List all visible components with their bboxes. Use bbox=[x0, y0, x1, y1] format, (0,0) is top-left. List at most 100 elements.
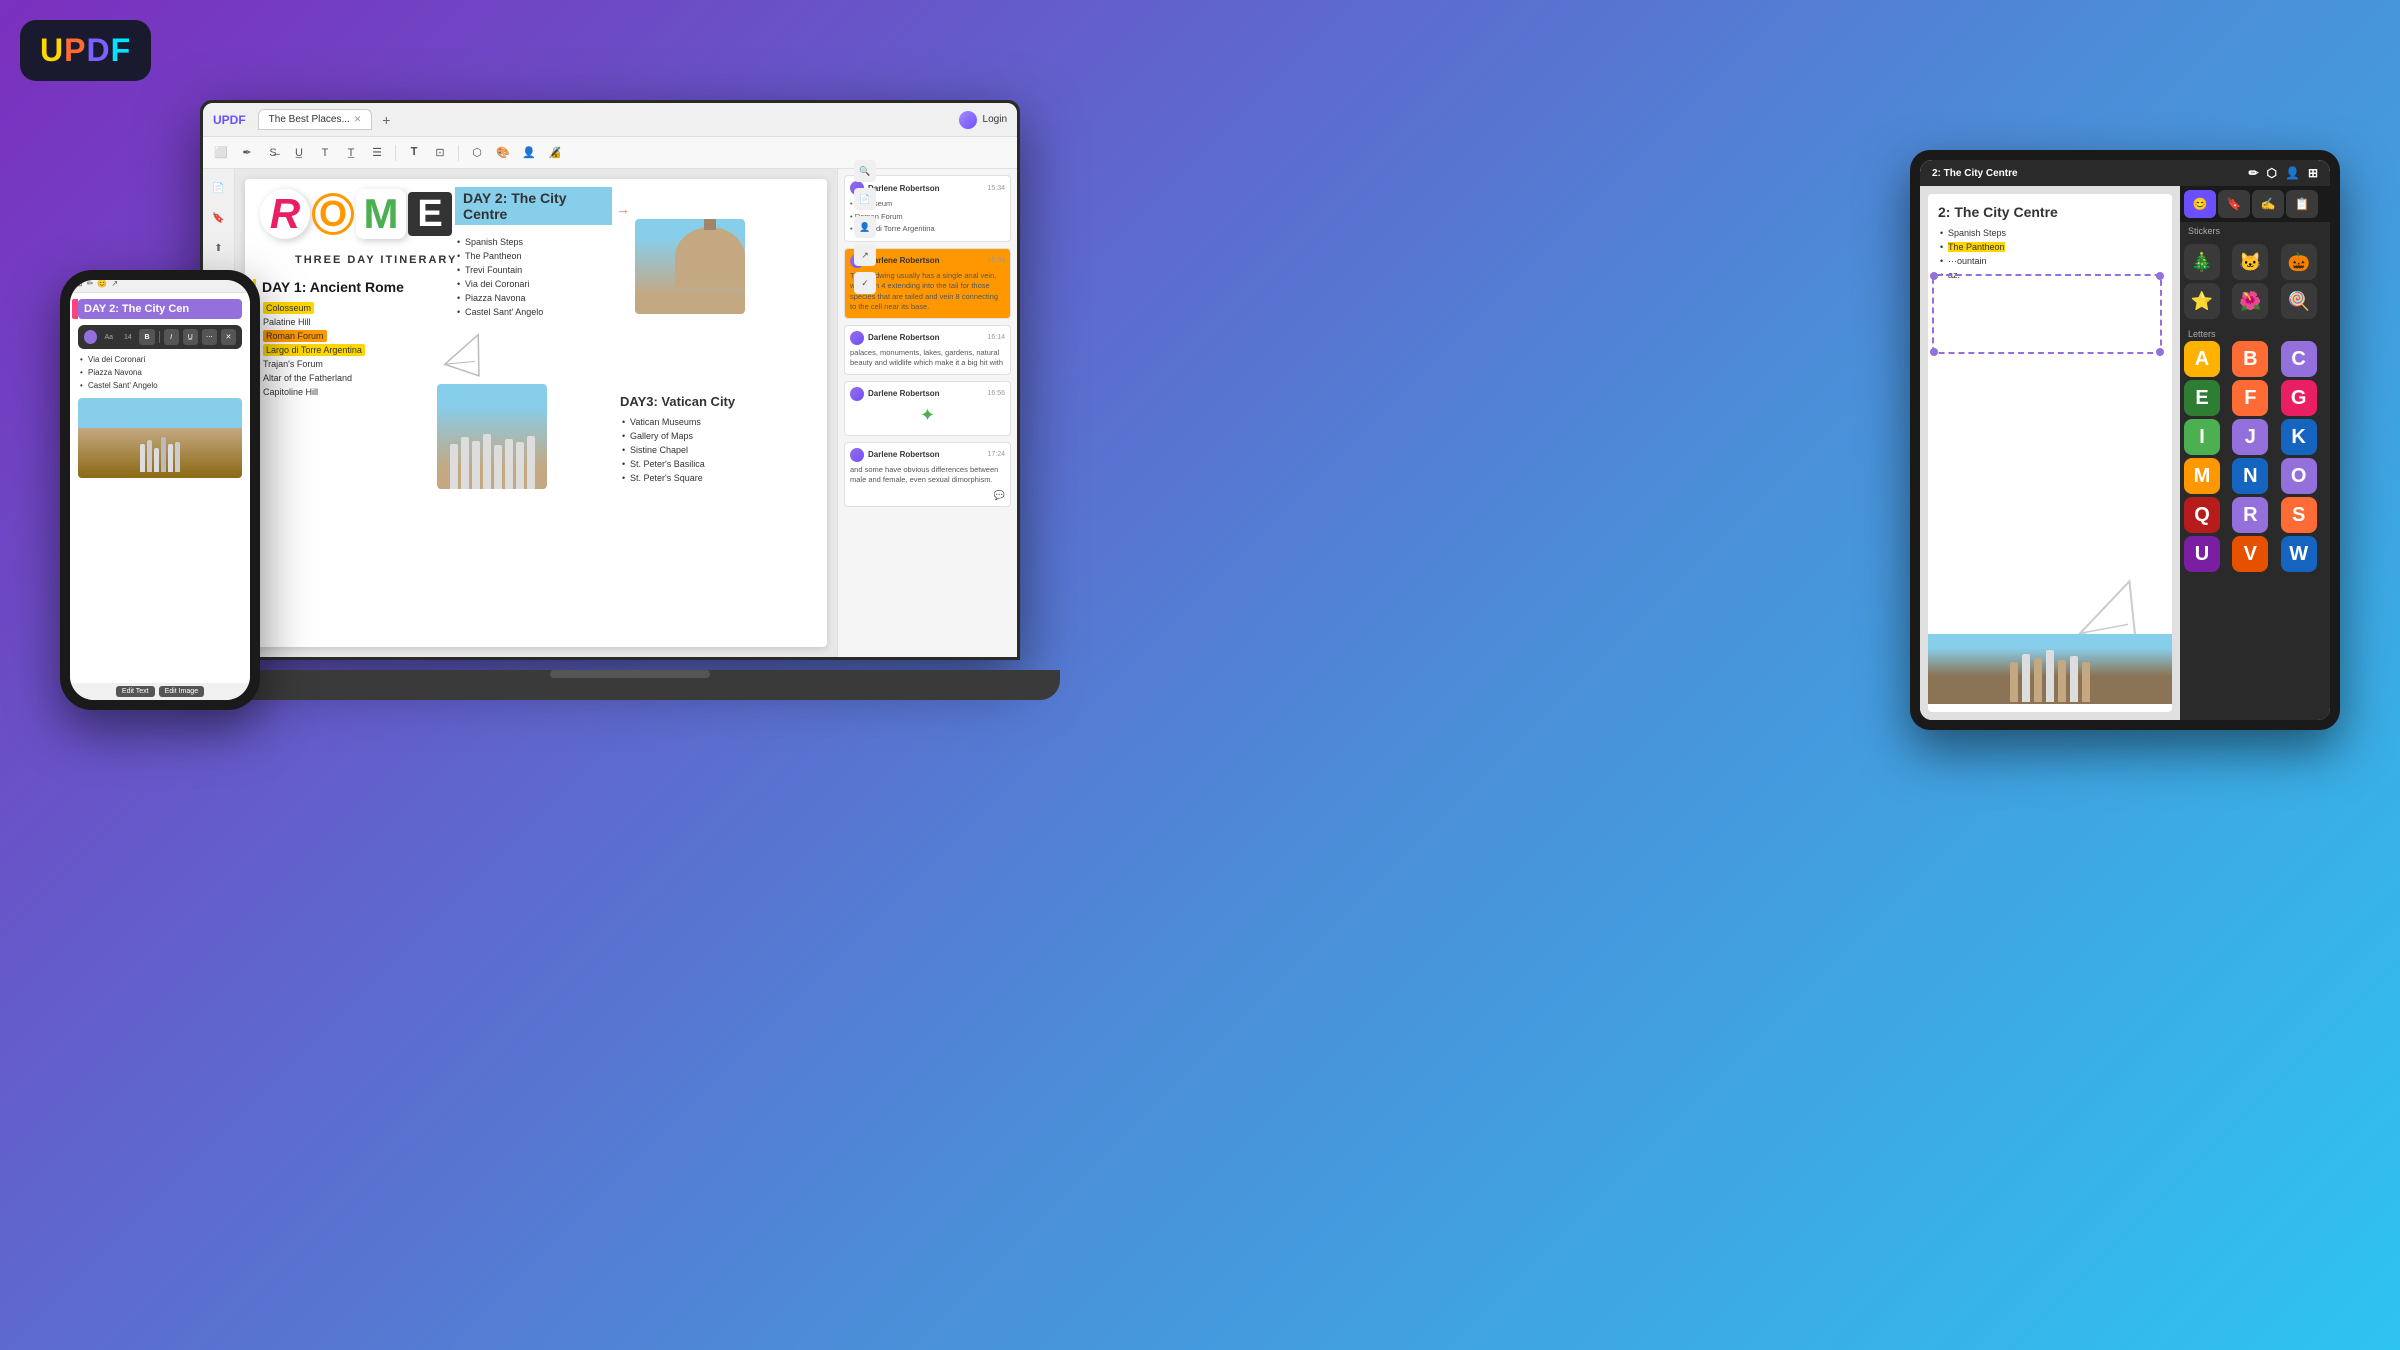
italic-btn[interactable]: I bbox=[164, 329, 179, 345]
letter-O[interactable]: O bbox=[2281, 458, 2317, 494]
toolbar-list-icon[interactable]: ☰ bbox=[367, 143, 387, 163]
day2-title: DAY 2: The City Centre bbox=[455, 187, 612, 225]
user-add-icon[interactable]: 👤 bbox=[854, 216, 876, 238]
list-item: Vatican Museums bbox=[620, 415, 790, 429]
phone-edit-icon[interactable]: ✏ bbox=[87, 280, 94, 288]
login-button[interactable]: Login bbox=[959, 111, 1007, 129]
sticker-tab-sign[interactable]: ✍ bbox=[2252, 190, 2284, 218]
underline-btn[interactable]: U̲ bbox=[183, 329, 198, 345]
selection-handle-bl[interactable] bbox=[1930, 348, 1938, 356]
letter-G[interactable]: G bbox=[2281, 380, 2317, 416]
day3-box: DAY3: Vatican City Vatican Museums Galle… bbox=[620, 394, 790, 485]
toolbar-lock-icon[interactable]: 🔏 bbox=[545, 143, 565, 163]
tablet-pencil-icon[interactable]: ✏ bbox=[2248, 166, 2258, 180]
selection-handle-tl[interactable] bbox=[1930, 272, 1938, 280]
letter-F[interactable]: F bbox=[2232, 380, 2268, 416]
list-item: Castel Sant' Angelo bbox=[78, 379, 242, 392]
close-format-btn[interactable]: ✕ bbox=[221, 329, 236, 345]
tablet-user-icon[interactable]: 👤 bbox=[2285, 166, 2300, 180]
tablet-page: 2: The City Centre Spanish Steps The Pan… bbox=[1928, 194, 2172, 712]
sticker-tab-emoji[interactable]: 😊 bbox=[2184, 190, 2216, 218]
phone-share-icon[interactable]: ↗ bbox=[111, 280, 118, 288]
letter-C[interactable]: C bbox=[2281, 341, 2317, 377]
letter-K[interactable]: K bbox=[2281, 419, 2317, 455]
letter-S[interactable]: S bbox=[2281, 497, 2317, 533]
list-item: Piazza Navona bbox=[455, 291, 630, 305]
sidebar-bookmark-icon[interactable]: 🔖 bbox=[208, 207, 230, 229]
letter-B[interactable]: B bbox=[2232, 341, 2268, 377]
toolbar-shape-icon[interactable]: ⬡ bbox=[467, 143, 487, 163]
letter-W[interactable]: W bbox=[2281, 536, 2317, 572]
letter-E[interactable]: E bbox=[2184, 380, 2220, 416]
letter-I[interactable]: I bbox=[2184, 419, 2220, 455]
toolbar-text-icon[interactable]: T bbox=[315, 143, 335, 163]
toolbar-select-icon[interactable]: ⬜ bbox=[211, 143, 231, 163]
reply-icon[interactable]: 💬 bbox=[994, 490, 1005, 500]
tablet-main: 2: The City Centre Spanish Steps The Pan… bbox=[1920, 186, 2330, 720]
phone-home-icon[interactable]: ⊞ bbox=[76, 280, 83, 288]
letter-A[interactable]: A bbox=[2184, 341, 2220, 377]
tab-close-icon[interactable]: ✕ bbox=[354, 114, 362, 125]
toolbar-text-box-icon[interactable]: T̲ bbox=[341, 143, 361, 163]
edit-image-button[interactable]: Edit Image bbox=[159, 686, 204, 697]
toolbar-user-icon[interactable]: 👤 bbox=[519, 143, 539, 163]
letter-N[interactable]: N bbox=[2232, 458, 2268, 494]
dome-top bbox=[704, 219, 716, 230]
arrow-decoration: → bbox=[616, 201, 630, 217]
toolbar-strikethrough-icon[interactable]: S̶ bbox=[263, 143, 283, 163]
sticker-item[interactable]: 🎄 bbox=[2184, 244, 2220, 280]
share-icon[interactable]: ↗ bbox=[854, 244, 876, 266]
updf-logo: UPDF bbox=[20, 20, 151, 81]
edit-text-button[interactable]: Edit Text bbox=[116, 686, 155, 697]
list-item: St. Peter's Basilica bbox=[620, 457, 790, 471]
sidebar-pages-icon[interactable]: 📄 bbox=[208, 177, 230, 199]
sticker-item[interactable]: ⭐ bbox=[2184, 283, 2220, 319]
tablet-device: 2: The City Centre ✏ ⬡ 👤 ⊞ 2: The City C… bbox=[1910, 150, 2340, 730]
tablet-grid-icon[interactable]: ⊞ bbox=[2308, 166, 2318, 180]
toolbar-separator-2 bbox=[458, 145, 459, 161]
more-btn[interactable]: ⋯ bbox=[202, 329, 217, 345]
tablet-day2-heading: 2: The City Centre bbox=[1938, 204, 2162, 220]
letter-J[interactable]: J bbox=[2232, 419, 2268, 455]
sticker-tab-stamp[interactable]: 🔖 bbox=[2218, 190, 2250, 218]
toolbar-pencil-icon[interactable]: ✒ bbox=[237, 143, 257, 163]
sticker-item[interactable]: 🎃 bbox=[2281, 244, 2317, 280]
tablet-sticker-icon[interactable]: ⬡ bbox=[2267, 166, 2277, 180]
sticker-item[interactable]: 🐱 bbox=[2232, 244, 2268, 280]
sticker-tab-other[interactable]: 📋 bbox=[2286, 190, 2318, 218]
active-tab[interactable]: The Best Places... ✕ bbox=[258, 109, 373, 130]
color-picker-btn[interactable] bbox=[84, 330, 97, 344]
toolbar-heading-icon[interactable]: 𝐓 bbox=[404, 143, 424, 163]
selection-handle-br[interactable] bbox=[2156, 348, 2164, 356]
bold-btn[interactable]: B bbox=[139, 329, 154, 345]
page-icon[interactable]: 📄 bbox=[854, 188, 876, 210]
letter-M[interactable]: M bbox=[2184, 458, 2220, 494]
comment-header-3: Darlene Robertson 16:14 bbox=[850, 331, 1005, 345]
check-icon[interactable]: ✓ bbox=[854, 272, 876, 294]
letter-R[interactable]: R bbox=[2232, 497, 2268, 533]
comment-header-5: Darlene Robertson 17:24 bbox=[850, 448, 1005, 462]
list-item: Spanish Steps bbox=[455, 235, 630, 249]
phone-sticker-icon[interactable]: 😊 bbox=[97, 280, 107, 288]
toolbar-image-icon[interactable]: ⊡ bbox=[430, 143, 450, 163]
tablet-shell: 2: The City Centre ✏ ⬡ 👤 ⊞ 2: The City C… bbox=[1910, 150, 2340, 730]
comment-author-5: Darlene Robertson bbox=[868, 450, 940, 459]
tablet-building-photo bbox=[1928, 634, 2172, 704]
list-item: ···ountain bbox=[1938, 254, 2162, 268]
sticker-panel: 😊 🔖 ✍ 📋 Stickers 🎄 🐱 🎃 ⭐ 🌺 🍭 bbox=[2180, 186, 2330, 720]
letter-U[interactable]: U bbox=[2184, 536, 2220, 572]
comment-author-3: Darlene Robertson bbox=[868, 333, 940, 342]
toolbar-underline-icon[interactable]: U̲ bbox=[289, 143, 309, 163]
search-icon[interactable]: 🔍 bbox=[854, 169, 876, 182]
logo-letter-u: U bbox=[40, 32, 64, 68]
main-area: 📄 🔖 ⬆ ⬇ ↗ ✓ R O M E bbox=[203, 169, 1017, 657]
sticker-item[interactable]: 🍭 bbox=[2281, 283, 2317, 319]
laptop-screen: UPDF The Best Places... ✕ + Login ⬜ ✒ S̶ bbox=[200, 100, 1020, 660]
letter-Q[interactable]: Q bbox=[2184, 497, 2220, 533]
phone-content: DAY 2: The City Cen Aa 14 B I U̲ ⋯ ✕ Via… bbox=[70, 293, 250, 683]
toolbar-color-icon[interactable]: 🎨 bbox=[493, 143, 513, 163]
sticker-item[interactable]: 🌺 bbox=[2232, 283, 2268, 319]
sidebar-upload-icon[interactable]: ⬆ bbox=[208, 237, 230, 259]
letter-V[interactable]: V bbox=[2232, 536, 2268, 572]
new-tab-button[interactable]: + bbox=[376, 110, 396, 130]
